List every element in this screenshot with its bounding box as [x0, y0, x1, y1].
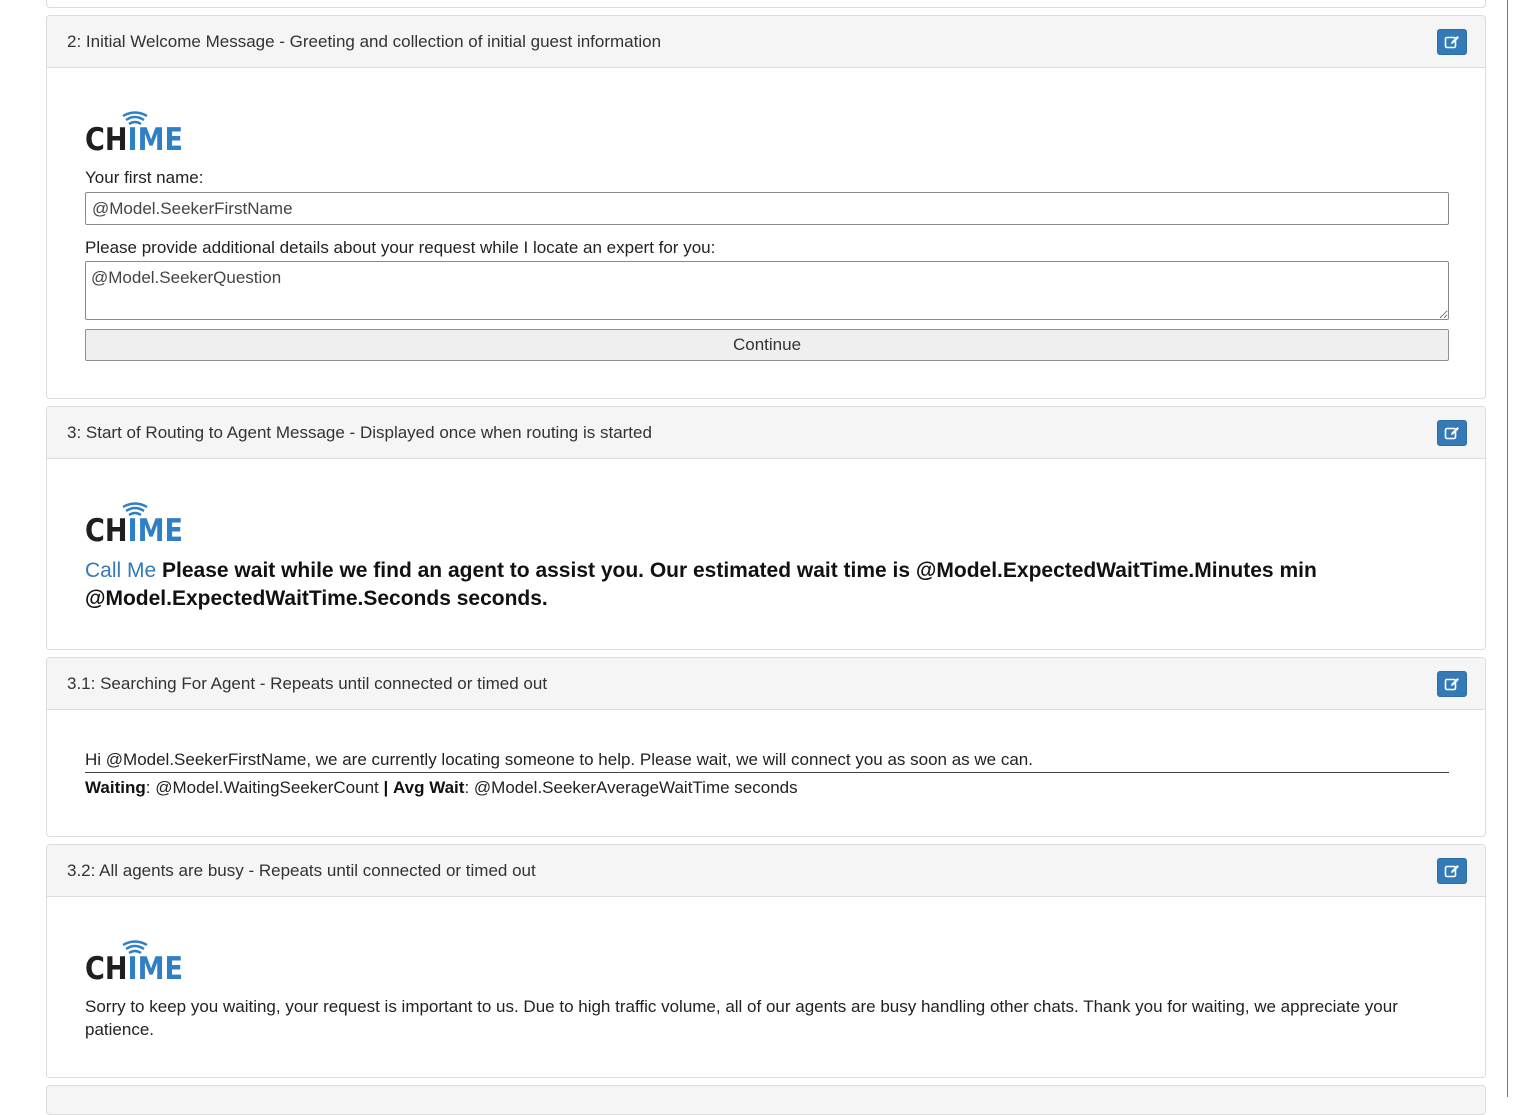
- details-label: Please provide additional details about …: [85, 238, 716, 257]
- panel-searching-agent: 3.1: Searching For Agent - Repeats until…: [46, 657, 1486, 837]
- panel-initial-welcome: 2: Initial Welcome Message - Greeting an…: [46, 15, 1486, 399]
- edit-icon: [1444, 36, 1459, 49]
- searching-message: Hi @Model.SeekerFirstName, we are curren…: [85, 750, 1033, 769]
- edit-icon: [1444, 427, 1459, 440]
- scroll-divider: [1507, 0, 1508, 1097]
- panel-previous: [46, 0, 1486, 8]
- edit-button[interactable]: [1437, 29, 1467, 55]
- edit-button[interactable]: [1437, 671, 1467, 697]
- chime-logo: CHIME: [85, 111, 183, 152]
- panel-title: 3: Start of Routing to Agent Message - D…: [67, 423, 652, 442]
- continue-button[interactable]: Continue: [85, 329, 1449, 361]
- edit-button[interactable]: [1437, 858, 1467, 884]
- logo-text: CHIME: [85, 951, 183, 981]
- busy-message: Sorry to keep you waiting, your request …: [85, 997, 1398, 1039]
- details-textarea[interactable]: @Model.SeekerQuestion: [85, 261, 1449, 320]
- panel-heading: 2: Initial Welcome Message - Greeting an…: [47, 16, 1485, 68]
- call-me-link[interactable]: Call Me: [85, 559, 156, 582]
- panel-heading: 3.2: All agents are busy - Repeats until…: [47, 845, 1485, 897]
- avg-wait-value: : @Model.SeekerAverageWaitTime seconds: [464, 778, 798, 797]
- panel-title: 2: Initial Welcome Message - Greeting an…: [67, 32, 662, 51]
- edit-icon: [1444, 865, 1459, 878]
- avg-wait-label: Avg Wait: [392, 778, 465, 797]
- waiting-label: Waiting: [85, 778, 146, 797]
- chime-logo: CHIME: [85, 940, 183, 981]
- chime-logo: CHIME: [85, 502, 183, 543]
- panel-agents-busy: 3.2: All agents are busy - Repeats until…: [46, 844, 1486, 1078]
- panel-title: 3.2: All agents are busy - Repeats until…: [67, 861, 536, 880]
- divider: [85, 772, 1449, 773]
- panel-title: 3.1: Searching For Agent - Repeats until…: [67, 674, 548, 693]
- edit-button[interactable]: [1437, 420, 1467, 446]
- panel-heading: 3.1: Searching For Agent - Repeats until…: [47, 658, 1485, 710]
- stats-separator: |: [383, 778, 389, 797]
- routing-message-text: Please wait while we find an agent to as…: [85, 559, 1317, 610]
- routing-message: Call Me Please wait while we find an age…: [85, 557, 1385, 613]
- waiting-stats: Waiting: @Model.WaitingSeekerCount | Avg…: [85, 776, 1449, 799]
- logo-text: CHIME: [85, 122, 183, 152]
- first-name-label: Your first name:: [85, 168, 204, 187]
- panel-heading: 3: Start of Routing to Agent Message - D…: [47, 407, 1485, 459]
- first-name-input[interactable]: [85, 192, 1449, 225]
- panel-start-routing: 3: Start of Routing to Agent Message - D…: [46, 406, 1486, 650]
- edit-icon: [1444, 678, 1459, 691]
- panel-next: [46, 1085, 1486, 1115]
- logo-text: CHIME: [85, 513, 183, 543]
- waiting-value: : @Model.WaitingSeekerCount: [145, 778, 384, 797]
